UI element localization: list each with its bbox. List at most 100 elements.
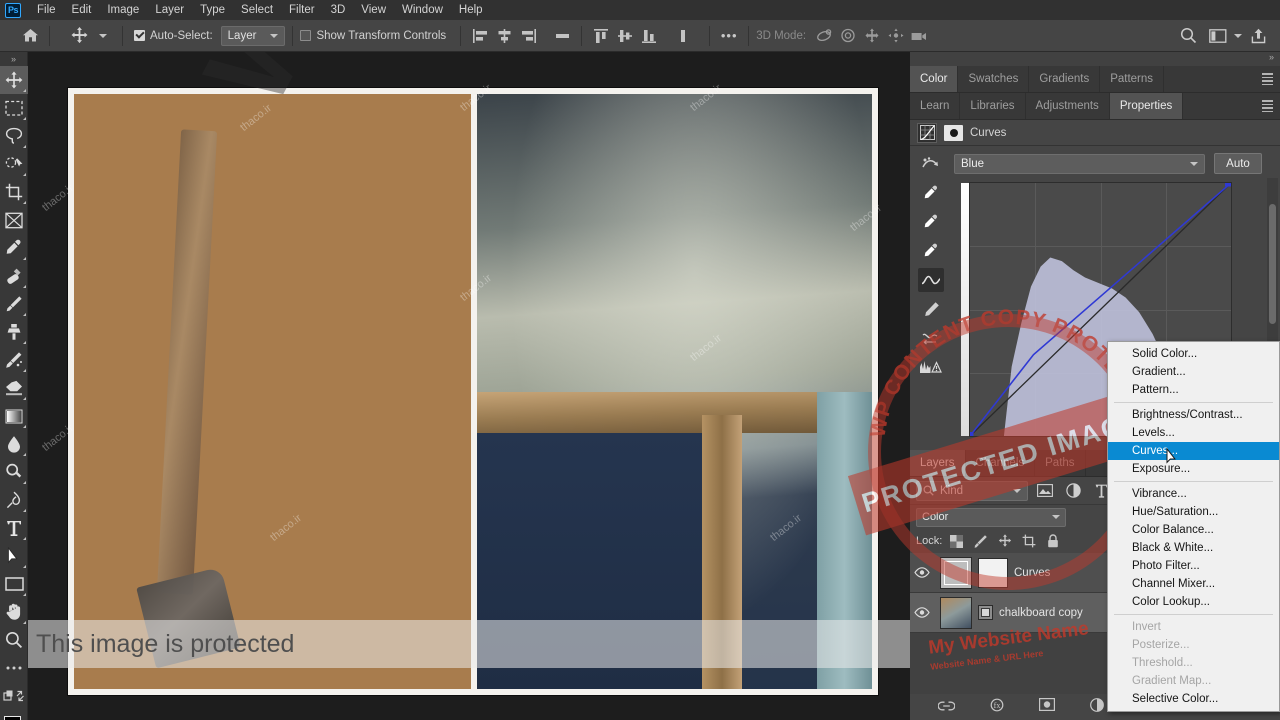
align-vertical-centers-icon[interactable] bbox=[613, 24, 637, 48]
align-top-edges-icon[interactable] bbox=[589, 24, 613, 48]
menu-item-brightness-contrast[interactable]: Brightness/Contrast... bbox=[1108, 406, 1279, 424]
menu-3d[interactable]: 3D bbox=[323, 2, 354, 18]
layer-visibility-toggle[interactable] bbox=[910, 607, 934, 618]
menu-item-levels[interactable]: Levels... bbox=[1108, 424, 1279, 442]
lock-artboard-nesting-icon[interactable] bbox=[1019, 532, 1038, 550]
tab-swatches[interactable]: Swatches bbox=[958, 66, 1030, 92]
camera-3d-icon[interactable] bbox=[908, 24, 932, 48]
pencil-draw-curve-icon[interactable] bbox=[918, 297, 944, 321]
tab-layers[interactable]: Layers bbox=[910, 450, 966, 476]
crop-tool[interactable] bbox=[0, 178, 28, 206]
blur-tool[interactable] bbox=[0, 430, 28, 458]
pan-3d-icon[interactable] bbox=[860, 24, 884, 48]
menu-layer[interactable]: Layer bbox=[147, 2, 192, 18]
layer-thumbnail[interactable] bbox=[940, 556, 972, 589]
gray-point-eyedropper-icon[interactable] bbox=[918, 210, 944, 234]
quickmask-and-swap-icons[interactable] bbox=[0, 682, 28, 710]
tab-libraries[interactable]: Libraries bbox=[960, 93, 1026, 119]
roll-3d-icon[interactable] bbox=[836, 24, 860, 48]
menu-item-solid-color[interactable]: Solid Color... bbox=[1108, 345, 1279, 363]
layer-kind-filter[interactable]: Kind bbox=[916, 480, 1028, 501]
properties-panel-menu-icon[interactable] bbox=[1260, 93, 1280, 119]
menu-item-gradient[interactable]: Gradient... bbox=[1108, 363, 1279, 381]
frame-tool[interactable] bbox=[0, 206, 28, 234]
move-tool-options-chevron[interactable] bbox=[91, 24, 115, 48]
adjustment-layer-filter-icon[interactable] bbox=[1062, 481, 1084, 501]
layer-name[interactable]: Curves bbox=[1014, 567, 1050, 579]
align-left-edges-icon[interactable] bbox=[468, 24, 492, 48]
white-point-eyedropper-icon[interactable] bbox=[918, 239, 944, 263]
document-canvas[interactable]: WATERMARK thaco.ir thaco.ir thaco.ir tha… bbox=[28, 52, 910, 720]
show-transform-controls-checkbox[interactable]: Show Transform Controls bbox=[300, 30, 446, 42]
zoom-tool[interactable] bbox=[0, 626, 28, 654]
menu-item-hue-saturation[interactable]: Hue/Saturation... bbox=[1108, 503, 1279, 521]
lasso-tool[interactable] bbox=[0, 122, 28, 150]
histogram-warning-icon[interactable] bbox=[918, 355, 944, 379]
tab-patterns[interactable]: Patterns bbox=[1100, 66, 1165, 92]
layer-style-icon[interactable]: fx bbox=[990, 698, 1004, 717]
move-tool[interactable] bbox=[0, 66, 28, 94]
type-tool[interactable] bbox=[0, 514, 28, 542]
rectangular-marquee-tool[interactable] bbox=[0, 94, 28, 122]
object-selection-tool[interactable] bbox=[0, 150, 28, 178]
menu-item-selective-color[interactable]: Selective Color... bbox=[1108, 690, 1279, 708]
black-point-eyedropper-icon[interactable] bbox=[918, 181, 944, 205]
layer-mask-thumbnail[interactable] bbox=[978, 557, 1008, 588]
menu-filter[interactable]: Filter bbox=[281, 2, 323, 18]
gradient-tool[interactable] bbox=[0, 402, 28, 430]
align-horizontal-centers-icon[interactable] bbox=[492, 24, 516, 48]
layer-visibility-toggle[interactable] bbox=[910, 567, 934, 578]
rectangle-tool[interactable] bbox=[0, 570, 28, 598]
menu-select[interactable]: Select bbox=[233, 2, 281, 18]
link-layers-icon[interactable] bbox=[937, 698, 956, 716]
search-icon[interactable] bbox=[1176, 24, 1200, 48]
align-right-edges-icon[interactable] bbox=[516, 24, 540, 48]
tab-channels[interactable]: Channels bbox=[966, 450, 1036, 476]
lock-all-icon[interactable] bbox=[1043, 532, 1062, 550]
blend-mode-dropdown[interactable]: Color bbox=[916, 507, 1066, 527]
menu-item-vibrance[interactable]: Vibrance... bbox=[1108, 485, 1279, 503]
auto-select-scope-dropdown[interactable]: Layer bbox=[220, 25, 286, 46]
color-swatches[interactable] bbox=[0, 714, 28, 720]
hand-tool[interactable] bbox=[0, 598, 28, 626]
dock-collapse-button[interactable]: » bbox=[910, 52, 1280, 66]
tab-paths[interactable]: Paths bbox=[1035, 450, 1086, 476]
home-icon[interactable] bbox=[18, 24, 42, 48]
lock-transparent-pixels-icon[interactable] bbox=[947, 532, 966, 550]
pen-tool[interactable] bbox=[0, 486, 28, 514]
dodge-tool[interactable] bbox=[0, 458, 28, 486]
spot-healing-brush-tool[interactable] bbox=[0, 262, 28, 290]
distribute-horizontal-icon[interactable] bbox=[550, 24, 574, 48]
menu-item-color-balance[interactable]: Color Balance... bbox=[1108, 521, 1279, 539]
edit-toolbar-button[interactable] bbox=[0, 654, 28, 682]
menu-item-pattern[interactable]: Pattern... bbox=[1108, 381, 1279, 399]
menu-help[interactable]: Help bbox=[451, 2, 491, 18]
new-adjustment-layer-context-menu[interactable]: Solid Color... Gradient... Pattern... Br… bbox=[1107, 341, 1280, 712]
lock-position-icon[interactable] bbox=[995, 532, 1014, 550]
chevron-down-icon[interactable] bbox=[1230, 24, 1246, 48]
auto-select-checkbox[interactable]: Auto-Select: bbox=[134, 30, 213, 42]
smooth-curve-icon[interactable] bbox=[918, 326, 944, 350]
preset-options-icon[interactable] bbox=[918, 152, 944, 176]
artboard[interactable] bbox=[68, 88, 878, 695]
layer-name[interactable]: chalkboard copy bbox=[999, 607, 1083, 619]
tab-color[interactable]: Color bbox=[910, 66, 959, 92]
menu-file[interactable]: File bbox=[29, 2, 64, 18]
menu-item-color-lookup[interactable]: Color Lookup... bbox=[1108, 593, 1279, 611]
tab-properties[interactable]: Properties bbox=[1109, 93, 1184, 119]
menu-view[interactable]: View bbox=[353, 2, 394, 18]
tab-gradients[interactable]: Gradients bbox=[1029, 66, 1101, 92]
menu-edit[interactable]: Edit bbox=[64, 2, 100, 18]
pixel-layer-filter-icon[interactable] bbox=[1034, 481, 1056, 501]
layer-thumbnail[interactable] bbox=[940, 596, 972, 629]
menu-type[interactable]: Type bbox=[192, 2, 233, 18]
distribute-vertical-icon[interactable] bbox=[671, 24, 695, 48]
menu-item-photo-filter[interactable]: Photo Filter... bbox=[1108, 557, 1279, 575]
menu-item-channel-mixer[interactable]: Channel Mixer... bbox=[1108, 575, 1279, 593]
lock-image-pixels-icon[interactable] bbox=[971, 532, 990, 550]
more-options-button[interactable]: ••• bbox=[717, 24, 741, 48]
curve-point-tool-icon[interactable] bbox=[918, 268, 944, 292]
clone-stamp-tool[interactable] bbox=[0, 318, 28, 346]
slide-3d-icon[interactable] bbox=[884, 24, 908, 48]
add-layer-mask-icon[interactable] bbox=[1039, 698, 1056, 716]
